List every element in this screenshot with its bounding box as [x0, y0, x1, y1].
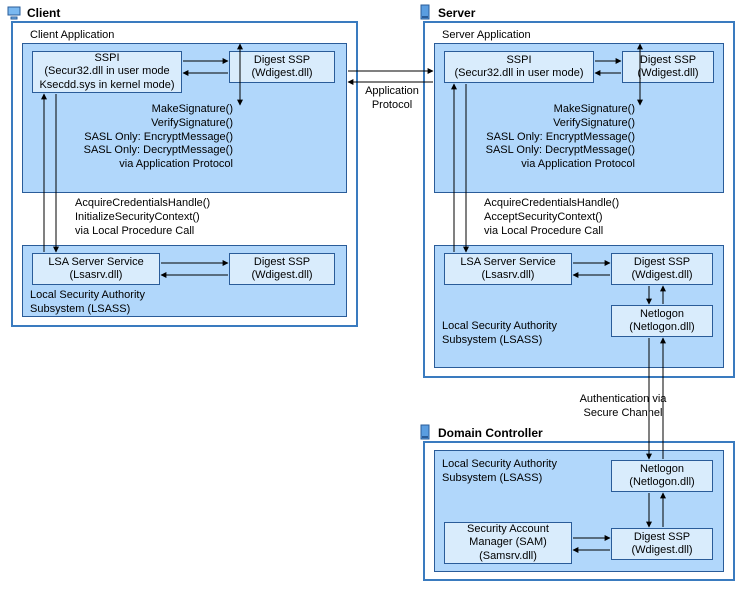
- server-app-digest-detail: (Wdigest.dll): [627, 67, 709, 80]
- server-netlogon: Netlogon (Netlogon.dll): [611, 305, 713, 337]
- client-cred-l1: AcquireCredentialsHandle(): [75, 197, 210, 211]
- dc-lsass-t2: Subsystem (LSASS): [442, 472, 557, 486]
- server-lsass-digest-detail: (Wdigest.dll): [616, 269, 708, 282]
- server-lsass-digest-name: Digest SSP: [616, 256, 708, 269]
- server-lsass-digest: Digest SSP (Wdigest.dll): [611, 253, 713, 285]
- server-sig-l2: VerifySignature(): [480, 117, 635, 131]
- server-app-digest: Digest SSP (Wdigest.dll): [622, 51, 714, 83]
- server-sig: MakeSignature() VerifySignature() SASL O…: [480, 103, 635, 172]
- client-lsass-title: Local Security Authority Subsystem (LSAS…: [30, 289, 145, 317]
- dc-title: Domain Controller: [438, 426, 543, 440]
- app-protocol-label: Application Protocol: [362, 85, 422, 113]
- server-lsass-t2: Subsystem (LSASS): [442, 334, 557, 348]
- server-lsa: LSA Server Service (Lsasrv.dll): [444, 253, 572, 285]
- server-cred: AcquireCredentialsHandle() AcceptSecurit…: [484, 197, 619, 238]
- dc-sam-n1: Security Account: [449, 523, 567, 536]
- client-sig-l1: MakeSignature(): [83, 103, 233, 117]
- app-protocol-l1: Application: [362, 85, 422, 99]
- client-cred-l3: via Local Procedure Call: [75, 225, 210, 239]
- server-lsa-detail: (Lsasrv.dll): [449, 269, 567, 282]
- client-sspi-d2: Ksecdd.sys in kernel mode): [37, 79, 177, 92]
- dc-sam-detail: (Samsrv.dll): [449, 550, 567, 563]
- server-cred-l3: via Local Procedure Call: [484, 225, 619, 239]
- server-app-digest-name: Digest SSP: [627, 54, 709, 67]
- app-protocol-l2: Protocol: [362, 99, 422, 113]
- dc-digest-detail: (Wdigest.dll): [616, 544, 708, 557]
- dc-sam: Security Account Manager (SAM) (Samsrv.d…: [444, 522, 572, 564]
- dc-lsass-title: Local Security Authority Subsystem (LSAS…: [442, 458, 557, 486]
- client-lsa-detail: (Lsasrv.dll): [37, 269, 155, 282]
- dc-lsass-t1: Local Security Authority: [442, 458, 557, 472]
- client-sspi: SSPI (Secur32.dll in user mode Ksecdd.sy…: [32, 51, 182, 93]
- client-lsass-t1: Local Security Authority: [30, 289, 145, 303]
- client-app-digest-name: Digest SSP: [234, 54, 330, 67]
- server-lsa-name: LSA Server Service: [449, 256, 567, 269]
- client-lsass-t2: Subsystem (LSASS): [30, 303, 145, 317]
- server-sspi: SSPI (Secur32.dll in user mode): [444, 51, 594, 83]
- dc-sam-n2: Manager (SAM): [449, 536, 567, 549]
- client-lsa-name: LSA Server Service: [37, 256, 155, 269]
- client-lsa: LSA Server Service (Lsasrv.dll): [32, 253, 160, 285]
- auth-channel-l1: Authentication via: [568, 393, 678, 407]
- server-sig-l1: MakeSignature(): [480, 103, 635, 117]
- dc-netlogon-name: Netlogon: [616, 463, 708, 476]
- server-sspi-detail: (Secur32.dll in user mode): [449, 67, 589, 80]
- server-cred-l2: AcceptSecurityContext(): [484, 211, 619, 225]
- auth-channel-l2: Secure Channel: [568, 407, 678, 421]
- client-sspi-name: SSPI: [37, 52, 177, 65]
- server-title: Server: [438, 6, 475, 20]
- client-sig-l5: via Application Protocol: [83, 158, 233, 172]
- client-sig: MakeSignature() VerifySignature() SASL O…: [83, 103, 233, 172]
- server-sig-l5: via Application Protocol: [480, 158, 635, 172]
- client-app-digest: Digest SSP (Wdigest.dll): [229, 51, 335, 83]
- client-sig-l4: SASL Only: DecryptMessage(): [83, 144, 233, 158]
- dc-digest-name: Digest SSP: [616, 531, 708, 544]
- client-app-title: Client Application: [30, 29, 114, 43]
- client-sig-l2: VerifySignature(): [83, 117, 233, 131]
- client-icon: [7, 6, 21, 20]
- client-cred-l2: InitializeSecurityContext(): [75, 211, 210, 225]
- client-lsass-digest: Digest SSP (Wdigest.dll): [229, 253, 335, 285]
- dc-digest: Digest SSP (Wdigest.dll): [611, 528, 713, 560]
- server-sspi-name: SSPI: [449, 54, 589, 67]
- server-netlogon-name: Netlogon: [616, 308, 708, 321]
- server-app-title: Server Application: [442, 29, 531, 43]
- server-netlogon-detail: (Netlogon.dll): [616, 321, 708, 334]
- client-app-digest-detail: (Wdigest.dll): [234, 67, 330, 80]
- dc-netlogon: Netlogon (Netlogon.dll): [611, 460, 713, 492]
- server-lsass-title: Local Security Authority Subsystem (LSAS…: [442, 320, 557, 348]
- dc-icon: [419, 424, 433, 438]
- client-cred: AcquireCredentialsHandle() InitializeSec…: [75, 197, 210, 238]
- server-lsass-t1: Local Security Authority: [442, 320, 557, 334]
- client-lsass-digest-detail: (Wdigest.dll): [234, 269, 330, 282]
- auth-channel-label: Authentication via Secure Channel: [568, 393, 678, 421]
- client-title: Client: [27, 6, 60, 20]
- client-sig-l3: SASL Only: EncryptMessage(): [83, 131, 233, 145]
- server-icon: [419, 4, 433, 18]
- client-lsass-digest-name: Digest SSP: [234, 256, 330, 269]
- server-sig-l3: SASL Only: EncryptMessage(): [480, 131, 635, 145]
- client-sspi-d1: (Secur32.dll in user mode: [37, 65, 177, 78]
- dc-netlogon-detail: (Netlogon.dll): [616, 476, 708, 489]
- server-cred-l1: AcquireCredentialsHandle(): [484, 197, 619, 211]
- server-sig-l4: SASL Only: DecryptMessage(): [480, 144, 635, 158]
